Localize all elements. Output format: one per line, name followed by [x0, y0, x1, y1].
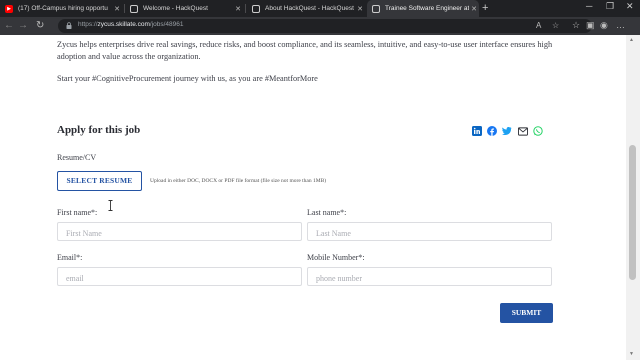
tab-welcome-hackquest[interactable]: Welcome - HackQuest ✕: [125, 0, 243, 17]
linkedin-icon[interactable]: [472, 126, 482, 136]
close-tab-icon[interactable]: ✕: [469, 5, 479, 13]
last-name-input[interactable]: [308, 225, 551, 242]
first-name-input[interactable]: [58, 225, 301, 242]
page-icon: [252, 4, 260, 13]
email-label: Email*:: [57, 253, 83, 262]
twitter-icon[interactable]: [502, 126, 512, 136]
page-icon: [372, 4, 380, 13]
browser-tab-bar: ▶ (17) Off-Campus hiring opportu ✕ Welco…: [0, 0, 640, 17]
profile-icon[interactable]: ◉: [600, 20, 608, 31]
read-aloud-icon[interactable]: A: [536, 21, 541, 30]
text-cursor-icon: [108, 200, 113, 211]
journey-text: Start your #CognitiveProcurement journey…: [57, 74, 318, 83]
address-bar[interactable]: https://zycus.skillate.com/jobs/48961 A …: [58, 19, 592, 33]
upload-hint-text: Upload in either DOC, DOCX or PDF file f…: [150, 178, 327, 184]
email-icon[interactable]: [518, 126, 528, 136]
apply-section-title: Apply for this job: [57, 124, 141, 136]
first-name-field: [57, 222, 302, 242]
mobile-number-field: [307, 267, 552, 287]
close-tab-icon[interactable]: ✕: [355, 5, 365, 13]
favorite-add-icon[interactable]: ☆: [552, 21, 559, 30]
tab-youtube[interactable]: ▶ (17) Off-Campus hiring opportu ✕: [0, 0, 122, 17]
resume-label: Resume/CV: [57, 153, 97, 162]
mobile-number-input[interactable]: [308, 270, 551, 287]
scrollbar-thumb[interactable]: [629, 145, 636, 280]
tab-trainee-software-engineer[interactable]: Trainee Software Engineer at Zyc ✕: [367, 0, 479, 17]
more-menu-icon[interactable]: …: [616, 20, 625, 30]
reload-icon[interactable]: ↻: [36, 20, 44, 31]
url-text: https://zycus.skillate.com/jobs/48961: [78, 21, 184, 28]
mobile-number-label: Mobile Number*:: [307, 253, 365, 262]
page-scrollbar[interactable]: ▲ ▼: [626, 35, 640, 360]
maximize-icon[interactable]: ❐: [606, 1, 614, 12]
window-close-icon[interactable]: ✕: [626, 1, 634, 12]
whatsapp-icon[interactable]: [533, 126, 543, 136]
job-application-page: Zycus helps enterprises drive real savin…: [0, 35, 626, 360]
minimize-icon[interactable]: ─: [586, 1, 592, 11]
close-tab-icon[interactable]: ✕: [112, 5, 122, 13]
browser-toolbar: ← → ↻ https://zycus.skillate.com/jobs/48…: [0, 17, 640, 35]
scroll-down-icon[interactable]: ▼: [629, 351, 634, 357]
page-icon: [130, 4, 138, 13]
scroll-up-icon[interactable]: ▲: [629, 37, 634, 43]
favorites-icon[interactable]: ☆: [572, 20, 580, 31]
lock-icon: [66, 22, 72, 29]
last-name-field: [307, 222, 552, 242]
email-input[interactable]: [58, 270, 301, 287]
facebook-icon[interactable]: [487, 126, 497, 136]
new-tab-button[interactable]: +: [482, 2, 488, 14]
submit-button[interactable]: SUBMIT: [500, 303, 553, 323]
close-tab-icon[interactable]: ✕: [233, 5, 243, 13]
collections-icon[interactable]: ▣: [586, 20, 595, 31]
forward-icon[interactable]: →: [18, 20, 28, 31]
youtube-icon: ▶: [5, 4, 13, 13]
first-name-label: First name*:: [57, 208, 98, 217]
select-resume-button[interactable]: SELECT RESUME: [57, 171, 142, 191]
company-intro-text: Zycus helps enterprises drive real savin…: [57, 40, 553, 61]
last-name-label: Last name*:: [307, 208, 347, 217]
email-field: [57, 267, 302, 287]
back-icon[interactable]: ←: [4, 20, 14, 31]
tab-about-hackquest[interactable]: About HackQuest - HackQuest ✕: [247, 0, 365, 17]
